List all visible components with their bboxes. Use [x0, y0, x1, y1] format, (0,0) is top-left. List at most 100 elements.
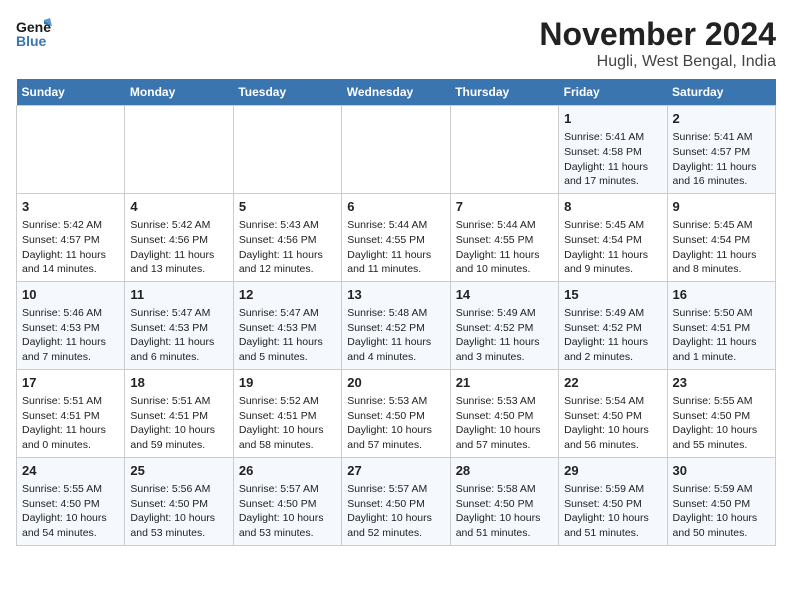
- title-area: November 2024 Hugli, West Bengal, India: [539, 16, 776, 71]
- day-info: Sunrise: 5:44 AM: [347, 218, 444, 233]
- day-number: 28: [456, 462, 553, 480]
- week-row-4: 17Sunrise: 5:51 AMSunset: 4:51 PMDayligh…: [17, 369, 776, 457]
- day-info: Sunrise: 5:50 AM: [673, 306, 770, 321]
- day-info: Daylight: 10 hours and 59 minutes.: [130, 423, 227, 452]
- day-info: Sunrise: 5:57 AM: [239, 482, 336, 497]
- day-info: Sunrise: 5:55 AM: [673, 394, 770, 409]
- day-info: Daylight: 11 hours and 0 minutes.: [22, 423, 119, 452]
- day-info: Sunrise: 5:55 AM: [22, 482, 119, 497]
- day-info: Sunset: 4:53 PM: [239, 321, 336, 336]
- day-info: Daylight: 11 hours and 12 minutes.: [239, 248, 336, 277]
- calendar-cell: 30Sunrise: 5:59 AMSunset: 4:50 PMDayligh…: [667, 457, 775, 545]
- day-info: Daylight: 10 hours and 57 minutes.: [347, 423, 444, 452]
- day-number: 30: [673, 462, 770, 480]
- day-number: 21: [456, 374, 553, 392]
- week-row-2: 3Sunrise: 5:42 AMSunset: 4:57 PMDaylight…: [17, 193, 776, 281]
- day-info: Sunset: 4:57 PM: [22, 233, 119, 248]
- calendar-cell: 19Sunrise: 5:52 AMSunset: 4:51 PMDayligh…: [233, 369, 341, 457]
- day-info: Sunset: 4:50 PM: [564, 409, 661, 424]
- day-number: 14: [456, 286, 553, 304]
- week-row-3: 10Sunrise: 5:46 AMSunset: 4:53 PMDayligh…: [17, 281, 776, 369]
- calendar-cell: 27Sunrise: 5:57 AMSunset: 4:50 PMDayligh…: [342, 457, 450, 545]
- day-info: Daylight: 11 hours and 9 minutes.: [564, 248, 661, 277]
- svg-text:Blue: Blue: [16, 33, 47, 49]
- week-row-1: 1Sunrise: 5:41 AMSunset: 4:58 PMDaylight…: [17, 106, 776, 194]
- day-info: Sunset: 4:50 PM: [673, 409, 770, 424]
- calendar-cell: 20Sunrise: 5:53 AMSunset: 4:50 PMDayligh…: [342, 369, 450, 457]
- day-info: Sunrise: 5:45 AM: [673, 218, 770, 233]
- day-info: Sunset: 4:53 PM: [22, 321, 119, 336]
- day-info: Sunrise: 5:49 AM: [456, 306, 553, 321]
- day-number: 27: [347, 462, 444, 480]
- day-info: Sunrise: 5:48 AM: [347, 306, 444, 321]
- calendar-cell: 4Sunrise: 5:42 AMSunset: 4:56 PMDaylight…: [125, 193, 233, 281]
- day-info: Sunrise: 5:44 AM: [456, 218, 553, 233]
- calendar-cell: 12Sunrise: 5:47 AMSunset: 4:53 PMDayligh…: [233, 281, 341, 369]
- day-info: Daylight: 11 hours and 1 minute.: [673, 335, 770, 364]
- calendar-cell: 2Sunrise: 5:41 AMSunset: 4:57 PMDaylight…: [667, 106, 775, 194]
- day-info: Sunrise: 5:51 AM: [22, 394, 119, 409]
- day-info: Daylight: 10 hours and 55 minutes.: [673, 423, 770, 452]
- day-number: 24: [22, 462, 119, 480]
- day-info: Sunset: 4:50 PM: [564, 497, 661, 512]
- calendar-cell: [233, 106, 341, 194]
- day-info: Daylight: 10 hours and 51 minutes.: [564, 511, 661, 540]
- day-info: Sunrise: 5:47 AM: [130, 306, 227, 321]
- calendar-cell: 7Sunrise: 5:44 AMSunset: 4:55 PMDaylight…: [450, 193, 558, 281]
- calendar-cell: 25Sunrise: 5:56 AMSunset: 4:50 PMDayligh…: [125, 457, 233, 545]
- calendar-cell: 14Sunrise: 5:49 AMSunset: 4:52 PMDayligh…: [450, 281, 558, 369]
- day-info: Sunset: 4:58 PM: [564, 145, 661, 160]
- calendar-cell: 17 Sunrise: 5:51 AMSunset: 4:51 PMDayligh…: [17, 369, 125, 457]
- day-info: Sunset: 4:55 PM: [347, 233, 444, 248]
- day-info: Sunset: 4:50 PM: [456, 497, 553, 512]
- day-info: Sunset: 4:52 PM: [347, 321, 444, 336]
- location: Hugli, West Bengal, India: [539, 53, 776, 71]
- calendar-cell: 9Sunrise: 5:45 AMSunset: 4:54 PMDaylight…: [667, 193, 775, 281]
- day-number: 2: [673, 110, 770, 128]
- day-info: Sunrise: 5:59 AM: [564, 482, 661, 497]
- day-number: 25: [130, 462, 227, 480]
- calendar-cell: 1 Sunrise: 5:41 AMSunset: 4:58 PMDaylight…: [559, 106, 667, 194]
- day-info: Daylight: 11 hours and 16 minutes.: [673, 160, 770, 189]
- day-number: 29: [564, 462, 661, 480]
- day-info: Sunset: 4:50 PM: [347, 409, 444, 424]
- logo: General Blue: [16, 16, 52, 52]
- day-info: Sunset: 4:51 PM: [130, 409, 227, 424]
- day-number: 19: [239, 374, 336, 392]
- day-info: Daylight: 11 hours and 3 minutes.: [456, 335, 553, 364]
- calendar-cell: 29 Sunrise: 5:59 AMSunset: 4:50 PMDayligh…: [559, 457, 667, 545]
- day-info: Sunset: 4:50 PM: [239, 497, 336, 512]
- weekday-header-tuesday: Tuesday: [233, 79, 341, 106]
- day-number: 4: [130, 198, 227, 216]
- day-info: Daylight: 10 hours and 53 minutes.: [239, 511, 336, 540]
- day-number: 6: [347, 198, 444, 216]
- day-info: Daylight: 11 hours and 6 minutes.: [130, 335, 227, 364]
- weekday-header-saturday: Saturday: [667, 79, 775, 106]
- day-info: Sunset: 4:50 PM: [456, 409, 553, 424]
- day-number: 17: [22, 374, 119, 392]
- day-info: Daylight: 11 hours and 17 minutes.: [564, 160, 661, 189]
- day-info: Daylight: 10 hours and 58 minutes.: [239, 423, 336, 452]
- day-info: Sunrise: 5:56 AM: [130, 482, 227, 497]
- day-info: Sunset: 4:57 PM: [673, 145, 770, 160]
- day-number: 11: [130, 286, 227, 304]
- calendar-cell: 5Sunrise: 5:43 AMSunset: 4:56 PMDaylight…: [233, 193, 341, 281]
- day-info: Sunset: 4:50 PM: [22, 497, 119, 512]
- day-info: Sunset: 4:51 PM: [673, 321, 770, 336]
- day-info: Sunset: 4:51 PM: [22, 409, 119, 424]
- day-info: Daylight: 10 hours and 50 minutes.: [673, 511, 770, 540]
- calendar-cell: 22Sunrise: 5:54 AMSunset: 4:50 PMDayligh…: [559, 369, 667, 457]
- day-info: Sunset: 4:54 PM: [673, 233, 770, 248]
- day-info: Sunset: 4:51 PM: [239, 409, 336, 424]
- day-info: Sunrise: 5:46 AM: [22, 306, 119, 321]
- day-info: Sunset: 4:55 PM: [456, 233, 553, 248]
- day-info: Sunrise: 5:59 AM: [673, 482, 770, 497]
- page-header: General Blue November 2024 Hugli, West B…: [16, 16, 776, 71]
- day-info: Daylight: 10 hours and 56 minutes.: [564, 423, 661, 452]
- day-number: 1: [564, 110, 661, 128]
- day-info: Daylight: 11 hours and 8 minutes.: [673, 248, 770, 277]
- day-info: Sunset: 4:52 PM: [564, 321, 661, 336]
- day-info: Sunrise: 5:41 AM: [564, 130, 661, 145]
- day-info: Sunrise: 5:42 AM: [22, 218, 119, 233]
- calendar-cell: [450, 106, 558, 194]
